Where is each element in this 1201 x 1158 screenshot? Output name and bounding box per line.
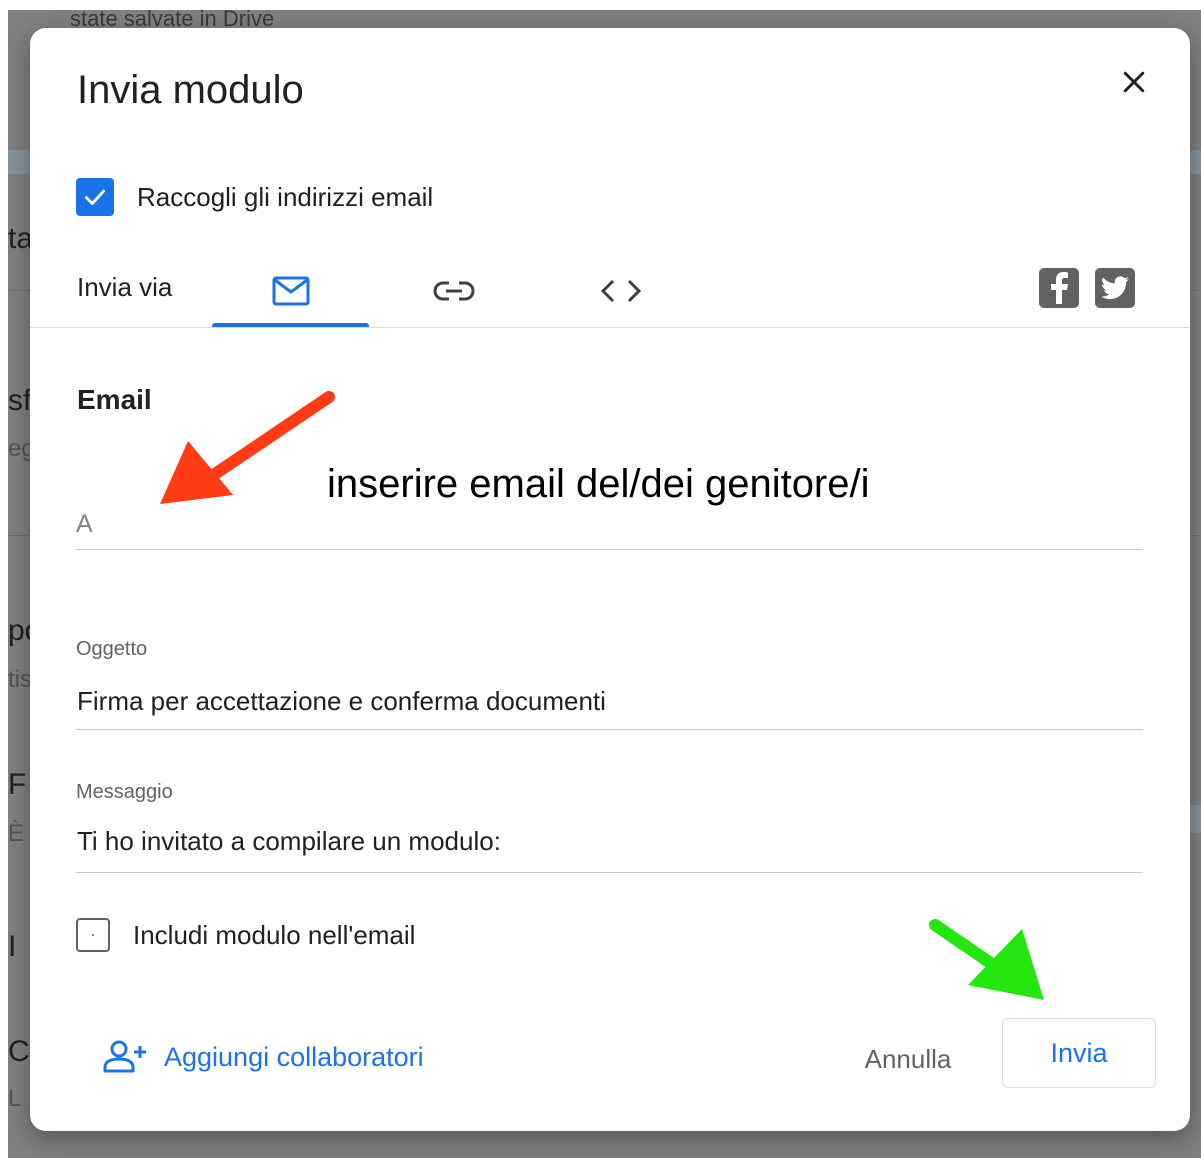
cancel-button[interactable]: Annulla — [838, 1033, 978, 1085]
send-via-label: Invia via — [77, 272, 173, 302]
tab-link[interactable] — [375, 256, 533, 326]
twitter-icon — [1101, 276, 1129, 300]
link-icon — [433, 281, 475, 301]
message-value: Ti ho invitato a compilare un modulo: — [77, 826, 501, 856]
include-form-label: Includi modulo nell'email — [133, 919, 416, 950]
tabs-divider — [30, 327, 1190, 328]
collect-emails-checkbox[interactable] — [76, 178, 114, 216]
tab-email[interactable] — [212, 256, 370, 326]
subject-label: Oggetto — [76, 638, 148, 660]
add-collaborators-label: Aggiungi collaboratori — [164, 1041, 424, 1072]
dialog-title: Invia modulo — [77, 68, 304, 112]
tab-embed[interactable] — [542, 256, 700, 326]
background-fragment: C — [8, 1035, 30, 1068]
add-person-icon — [103, 1040, 146, 1073]
background-fragment: tis — [8, 666, 32, 693]
checkbox-focus-dot — [92, 934, 94, 936]
collect-emails-label: Raccogli gli indirizzi email — [137, 181, 434, 212]
collect-emails-option[interactable]: Raccogli gli indirizzi email — [76, 178, 433, 216]
message-label: Messaggio — [76, 781, 173, 803]
background-fragment: F — [8, 768, 27, 801]
email-icon — [272, 276, 310, 306]
share-twitter-button[interactable] — [1095, 268, 1135, 308]
field-underline — [76, 549, 1143, 550]
field-underline — [76, 729, 1143, 730]
background-fragment: sf — [8, 384, 32, 417]
subject-value: Firma per accettazione e conferma docume… — [77, 686, 606, 716]
include-form-option[interactable]: Includi modulo nell'email — [76, 918, 415, 952]
add-collaborators-button[interactable]: Aggiungi collaboratori — [102, 1040, 424, 1074]
send-form-dialog: Invia modulo Raccogli gli indirizzi emai… — [30, 28, 1190, 1131]
check-icon — [84, 189, 106, 205]
background-fragment: È — [8, 820, 25, 847]
send-button[interactable]: Invia — [1002, 1018, 1156, 1088]
background-fragment: L — [8, 1085, 22, 1112]
to-placeholder: A — [76, 510, 93, 538]
email-section-heading: Email — [77, 384, 152, 415]
background-fragment: I — [8, 930, 17, 963]
close-icon — [1123, 71, 1145, 93]
subject-field[interactable]: Firma per accettazione e conferma docume… — [76, 680, 1143, 730]
annotation-note: inserire email del/dei genitore/i — [327, 462, 870, 506]
close-button[interactable] — [1112, 60, 1156, 104]
field-underline — [76, 872, 1143, 873]
share-facebook-button[interactable] — [1039, 268, 1079, 308]
embed-code-icon — [600, 279, 642, 303]
include-form-checkbox[interactable] — [76, 918, 110, 952]
message-field[interactable]: Ti ho invitato a compilare un modulo: — [76, 820, 1143, 873]
facebook-icon — [1051, 272, 1068, 304]
